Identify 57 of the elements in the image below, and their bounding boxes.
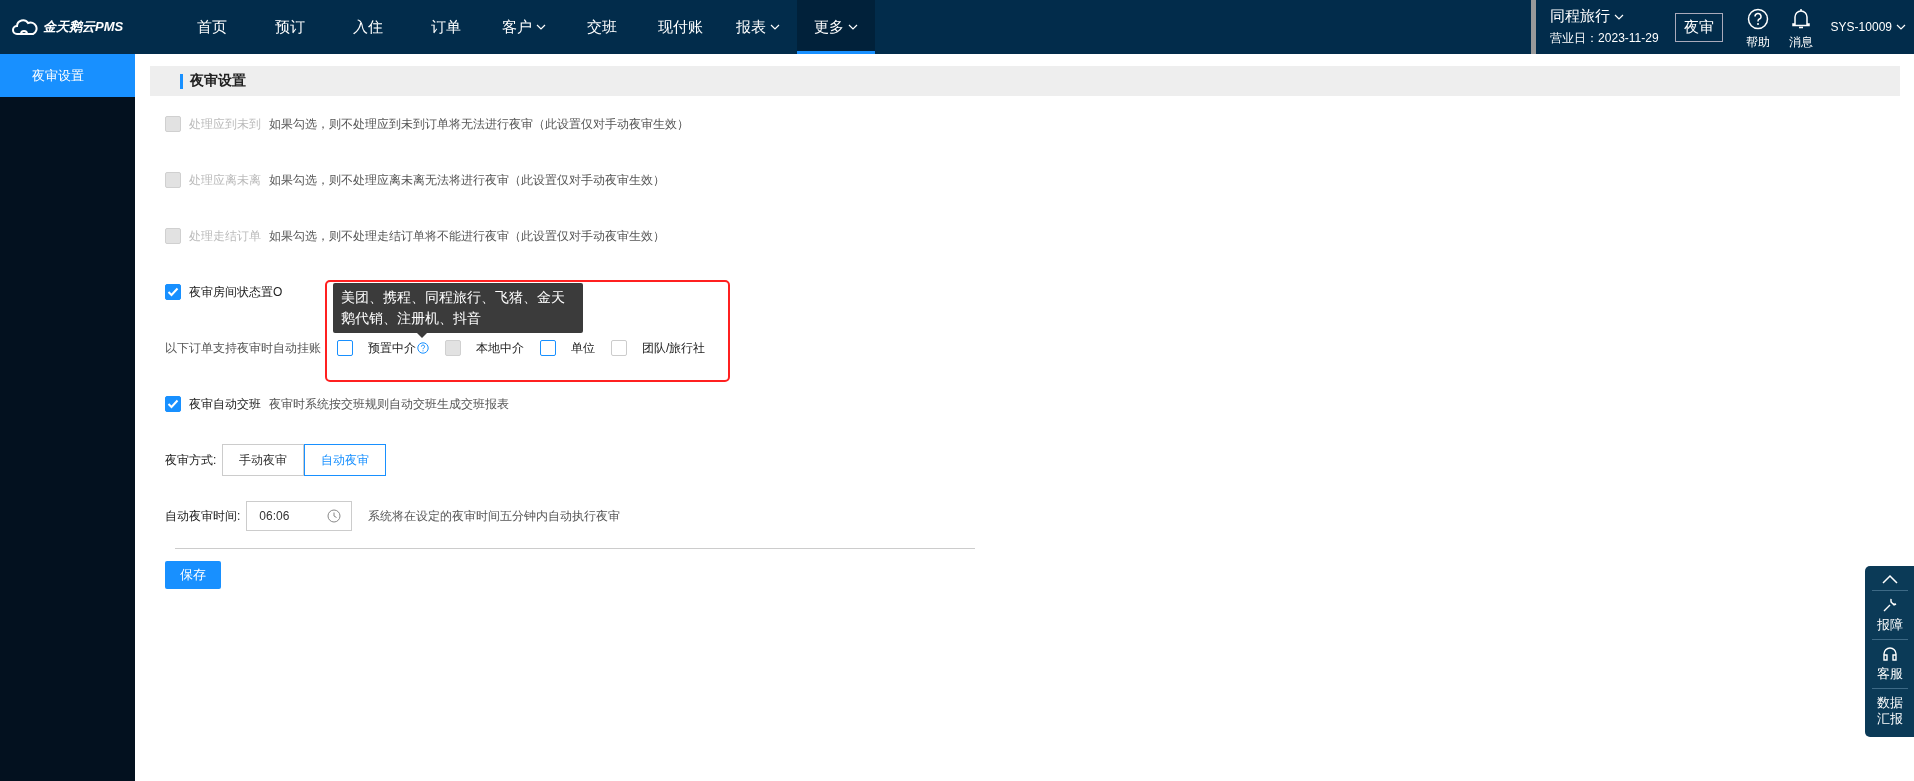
option-label: 处理走结订单 — [189, 227, 261, 245]
nav-tab[interactable]: 报表 — [719, 0, 797, 54]
caret-icon — [1896, 24, 1906, 30]
nav-tab[interactable]: 订单 — [407, 0, 485, 54]
logo-text: 金天鹅云PMS — [43, 18, 124, 36]
option-label: 处理应到未到 — [189, 115, 261, 133]
nav-tab[interactable]: 更多 — [797, 0, 875, 54]
option-label: 单位 — [571, 339, 595, 357]
auto-post-label: 以下订单支持夜审时自动挂账 — [165, 339, 321, 357]
checkbox[interactable] — [165, 284, 181, 300]
option-description: 如果勾选，则不处理应到未到订单将无法进行夜审（此设置仅对手动夜审生效） — [269, 115, 689, 133]
business-date: 营业日：2023-11-29 — [1550, 30, 1659, 47]
time-field[interactable]: 06:06 — [246, 501, 353, 531]
option-description: 如果勾选，则不处理应离未离无法将进行夜审（此设置仅对手动夜审生效） — [269, 171, 665, 189]
option-label: 团队/旅行社 — [642, 339, 706, 357]
caret-icon — [770, 24, 780, 30]
option-description: 夜审时系统按交班规则自动交班生成交班报表 — [269, 395, 509, 413]
nav-tab[interactable]: 交班 — [563, 0, 641, 54]
chevron-up-icon[interactable] — [1881, 574, 1898, 584]
time-label: 自动夜审时间: — [165, 507, 241, 525]
tooltip-arrow-icon — [417, 333, 427, 338]
option-label: 预置中介 — [368, 339, 416, 357]
cloud-logo-icon — [12, 19, 38, 35]
toolbar-label[interactable]: 报障 — [1875, 617, 1904, 633]
checkbox[interactable] — [611, 340, 627, 356]
checkbox[interactable] — [165, 396, 181, 412]
night-audit-button[interactable]: 夜审 — [1674, 12, 1723, 42]
checkbox[interactable] — [337, 340, 353, 356]
mode-option[interactable]: 手动夜审 — [222, 444, 305, 476]
nav-tab[interactable]: 客户 — [485, 0, 563, 54]
bell-icon[interactable] — [1790, 7, 1811, 30]
toolbar-label[interactable]: 客服 — [1875, 666, 1904, 682]
nav-tab[interactable]: 入住 — [329, 0, 407, 54]
toolbar-label[interactable]: 数据汇报 — [1875, 695, 1904, 727]
time-hint: 系统将在设定的夜审时间五分钟内自动执行夜审 — [368, 507, 621, 525]
option-description: 如果勾选，则不处理走结订单将不能进行夜审（此设置仅对手动夜审生效） — [269, 227, 665, 245]
user-menu[interactable]: SYS-10009 — [1830, 20, 1906, 34]
nav-tab[interactable]: 首页 — [173, 0, 251, 54]
headset-icon[interactable] — [1881, 646, 1898, 662]
option-label: 处理应离未离 — [189, 171, 261, 189]
clock-icon — [327, 509, 342, 523]
caret-icon — [1614, 13, 1625, 20]
option-label: 夜审自动交班 — [189, 395, 261, 413]
option-label: 本地中介 — [476, 339, 524, 357]
help-label: 帮助 — [1745, 33, 1770, 51]
hotel-selector[interactable]: 同程旅行 — [1550, 7, 1659, 26]
wrench-icon[interactable] — [1881, 597, 1898, 613]
nav-tab[interactable]: 预订 — [251, 0, 329, 54]
section-title: 夜审设置 — [190, 72, 246, 90]
messages-label: 消息 — [1788, 33, 1813, 51]
option-label: 夜审房间状态置O — [189, 283, 283, 301]
caret-icon — [536, 24, 546, 30]
caret-icon — [848, 24, 858, 30]
nav-tab[interactable]: 现付账 — [641, 0, 719, 54]
mode-label: 夜审方式: — [165, 451, 217, 469]
checkbox[interactable] — [540, 340, 556, 356]
tooltip: 美团、携程、同程旅行、飞猪、金天鹅代销、注册机、抖音 — [333, 283, 583, 338]
